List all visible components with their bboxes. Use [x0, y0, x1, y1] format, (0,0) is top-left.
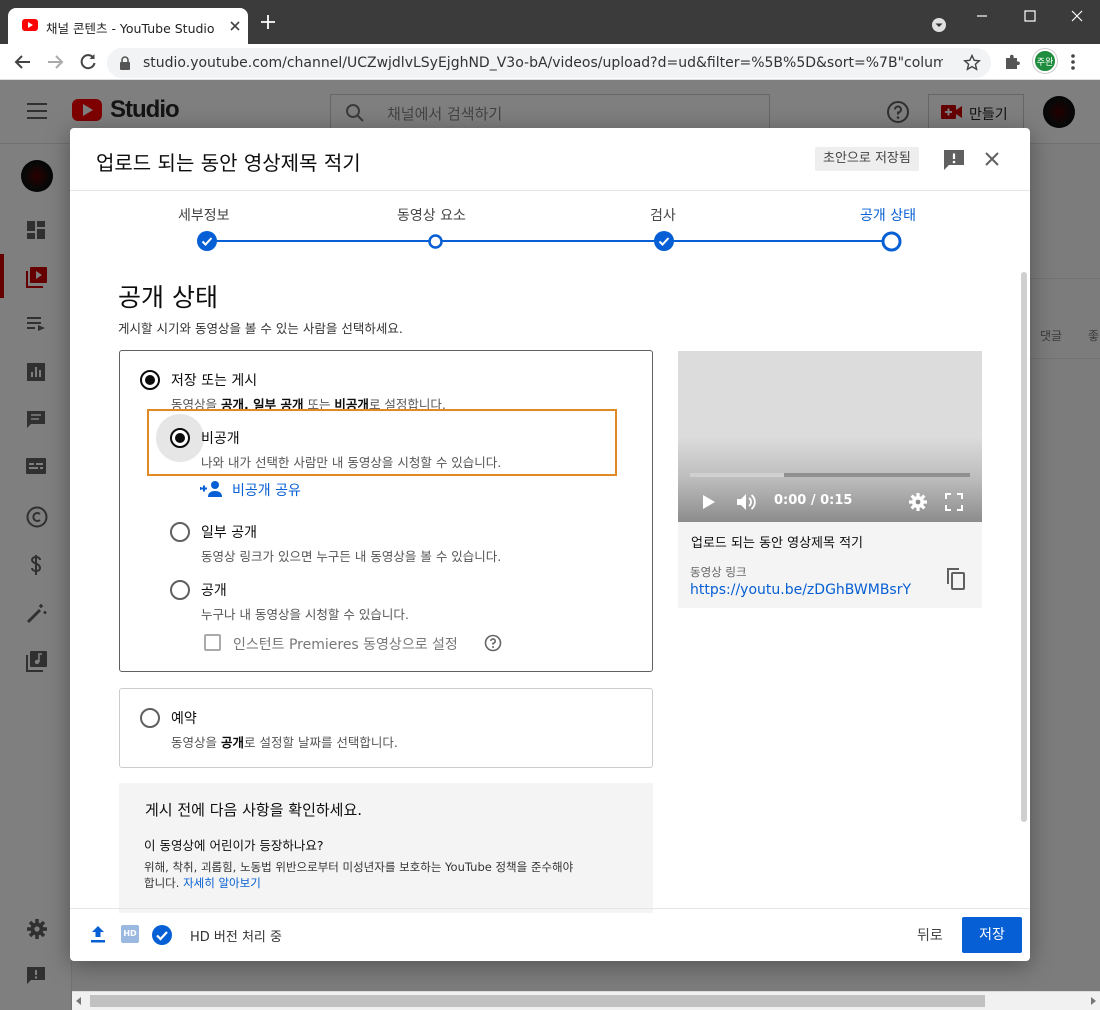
- visibility-subheading: 게시할 시기와 동영상을 볼 수 있는 사람을 선택하세요.: [118, 321, 403, 336]
- reload-icon[interactable]: [78, 52, 98, 72]
- learn-more-link[interactable]: 자세히 알아보기: [183, 876, 261, 890]
- tab-search-icon[interactable]: [931, 17, 947, 33]
- stepper-line: [207, 240, 892, 242]
- lock-icon[interactable]: [119, 56, 131, 70]
- scroll-right-arrow-icon[interactable]: [1091, 997, 1096, 1005]
- schedule-card: [119, 688, 653, 768]
- instant-premiere-label[interactable]: 인스턴트 Premieres 동영상으로 설정: [233, 634, 458, 654]
- extensions-puzzle-icon[interactable]: [1003, 53, 1021, 71]
- unlisted-desc: 동영상 링크가 있으면 누구든 내 동영상을 볼 수 있습니다.: [201, 549, 502, 564]
- public-title[interactable]: 공개: [201, 580, 227, 600]
- visibility-heading: 공개 상태: [118, 283, 218, 312]
- video-link[interactable]: https://youtu.be/zDGhBWMBsrY: [690, 582, 911, 598]
- dialog-divider: [70, 190, 1030, 191]
- save-button[interactable]: 저장: [962, 917, 1022, 953]
- schedule-title[interactable]: 예약: [171, 708, 197, 728]
- youtube-favicon-icon: [22, 19, 38, 31]
- video-settings-icon[interactable]: [908, 492, 928, 512]
- checklist-question: 이 동영상에 어린이가 등장하나요?: [144, 838, 324, 853]
- minimize-icon[interactable]: [970, 8, 994, 24]
- upload-icon[interactable]: [90, 925, 106, 943]
- checks-done-icon[interactable]: [151, 924, 173, 946]
- back-arrow-icon[interactable]: [13, 52, 33, 72]
- footer-divider: [70, 908, 1030, 909]
- video-link-label: 동영상 링크: [690, 565, 747, 579]
- checklist-body: 위해, 착취, 괴롭힘, 노동법 위반으로부터 미성년자를 보호하는 YouTu…: [144, 860, 574, 890]
- add-person-icon[interactable]: [200, 480, 224, 498]
- profile-avatar[interactable]: 주완: [1033, 49, 1057, 73]
- close-icon[interactable]: [984, 151, 1000, 167]
- save-or-publish-title[interactable]: 저장 또는 게시: [171, 370, 257, 390]
- step-done-check-icon[interactable]: [654, 231, 674, 251]
- step-visibility-label[interactable]: 공개 상태: [860, 205, 916, 225]
- step-active-ring-icon[interactable]: [881, 231, 902, 252]
- step-video-elements-label[interactable]: 동영상 요소: [397, 205, 466, 225]
- step-pending-dot-icon[interactable]: [428, 234, 443, 249]
- new-tab-icon[interactable]: [260, 14, 276, 30]
- schedule-radio[interactable]: [140, 708, 160, 728]
- hd-badge-icon[interactable]: HD: [121, 925, 139, 943]
- public-desc: 누구나 내 동영상을 시청할 수 있습니다.: [201, 607, 409, 622]
- dialog-scrollbar[interactable]: [1021, 272, 1027, 822]
- step-done-check-icon[interactable]: [197, 231, 217, 251]
- scrollbar-thumb[interactable]: [90, 995, 985, 1007]
- forward-arrow-icon[interactable]: [45, 52, 65, 72]
- video-time: 0:00 / 0:15: [774, 493, 853, 508]
- volume-icon[interactable]: [736, 492, 758, 512]
- upload-dialog: 업로드 되는 동안 영상제목 적기 초안으로 저장됨 세부정보 동영상 요소 검…: [70, 128, 1030, 961]
- url-text[interactable]: studio.youtube.com/channel/UCZwjdlvLSyEj…: [143, 55, 943, 71]
- help-question-icon[interactable]: [484, 634, 502, 652]
- schedule-desc: 동영상을 공개로 설정할 날짜를 선택합니다.: [171, 735, 398, 750]
- maximize-icon[interactable]: [1018, 8, 1042, 24]
- video-preview-player[interactable]: 0:00 / 0:15: [678, 351, 982, 522]
- browser-toolbar: studio.youtube.com/channel/UCZwjdlvLSyEj…: [0, 44, 1100, 80]
- dialog-title: 업로드 되는 동안 영상제목 적기: [96, 151, 361, 175]
- play-icon[interactable]: [702, 494, 716, 510]
- video-title: 업로드 되는 동안 영상제목 적기: [691, 536, 864, 551]
- browser-tab[interactable]: 채널 콘텐츠 - YouTube Studio: [8, 8, 248, 44]
- public-radio[interactable]: [170, 580, 190, 600]
- scroll-left-arrow-icon[interactable]: [76, 997, 81, 1005]
- unlisted-title[interactable]: 일부 공개: [201, 522, 257, 542]
- fullscreen-icon[interactable]: [945, 493, 963, 511]
- video-buffer-bar: [690, 473, 784, 477]
- checklist-title: 게시 전에 다음 사항을 확인하세요.: [145, 801, 363, 819]
- browser-titlebar: 채널 콘텐츠 - YouTube Studio: [0, 0, 1100, 44]
- feedback-icon[interactable]: [943, 149, 965, 171]
- instant-premiere-checkbox[interactable]: [204, 634, 221, 651]
- unlisted-radio[interactable]: [170, 522, 190, 542]
- back-button[interactable]: 뒤로: [917, 925, 943, 945]
- processing-status: HD 버전 처리 중: [190, 930, 282, 945]
- tab-title: 채널 콘텐츠 - YouTube Studio: [46, 21, 215, 36]
- draft-saved-badge: 초안으로 저장됨: [815, 147, 919, 171]
- step-checks-label[interactable]: 검사: [650, 205, 676, 225]
- copy-icon[interactable]: [946, 568, 966, 590]
- address-bar[interactable]: studio.youtube.com/channel/UCZwjdlvLSyEj…: [107, 48, 991, 78]
- tab-close-icon[interactable]: [228, 19, 242, 33]
- bookmark-star-icon[interactable]: [963, 54, 981, 72]
- private-share-link[interactable]: 비공개 공유: [232, 480, 301, 500]
- step-details-label[interactable]: 세부정보: [178, 205, 230, 225]
- window-close-icon[interactable]: [1065, 8, 1089, 24]
- horizontal-scrollbar[interactable]: [72, 991, 1100, 1010]
- highlight-annotation-box: [147, 409, 617, 476]
- save-or-publish-radio[interactable]: [140, 370, 160, 390]
- browser-menu-icon[interactable]: [1070, 53, 1076, 71]
